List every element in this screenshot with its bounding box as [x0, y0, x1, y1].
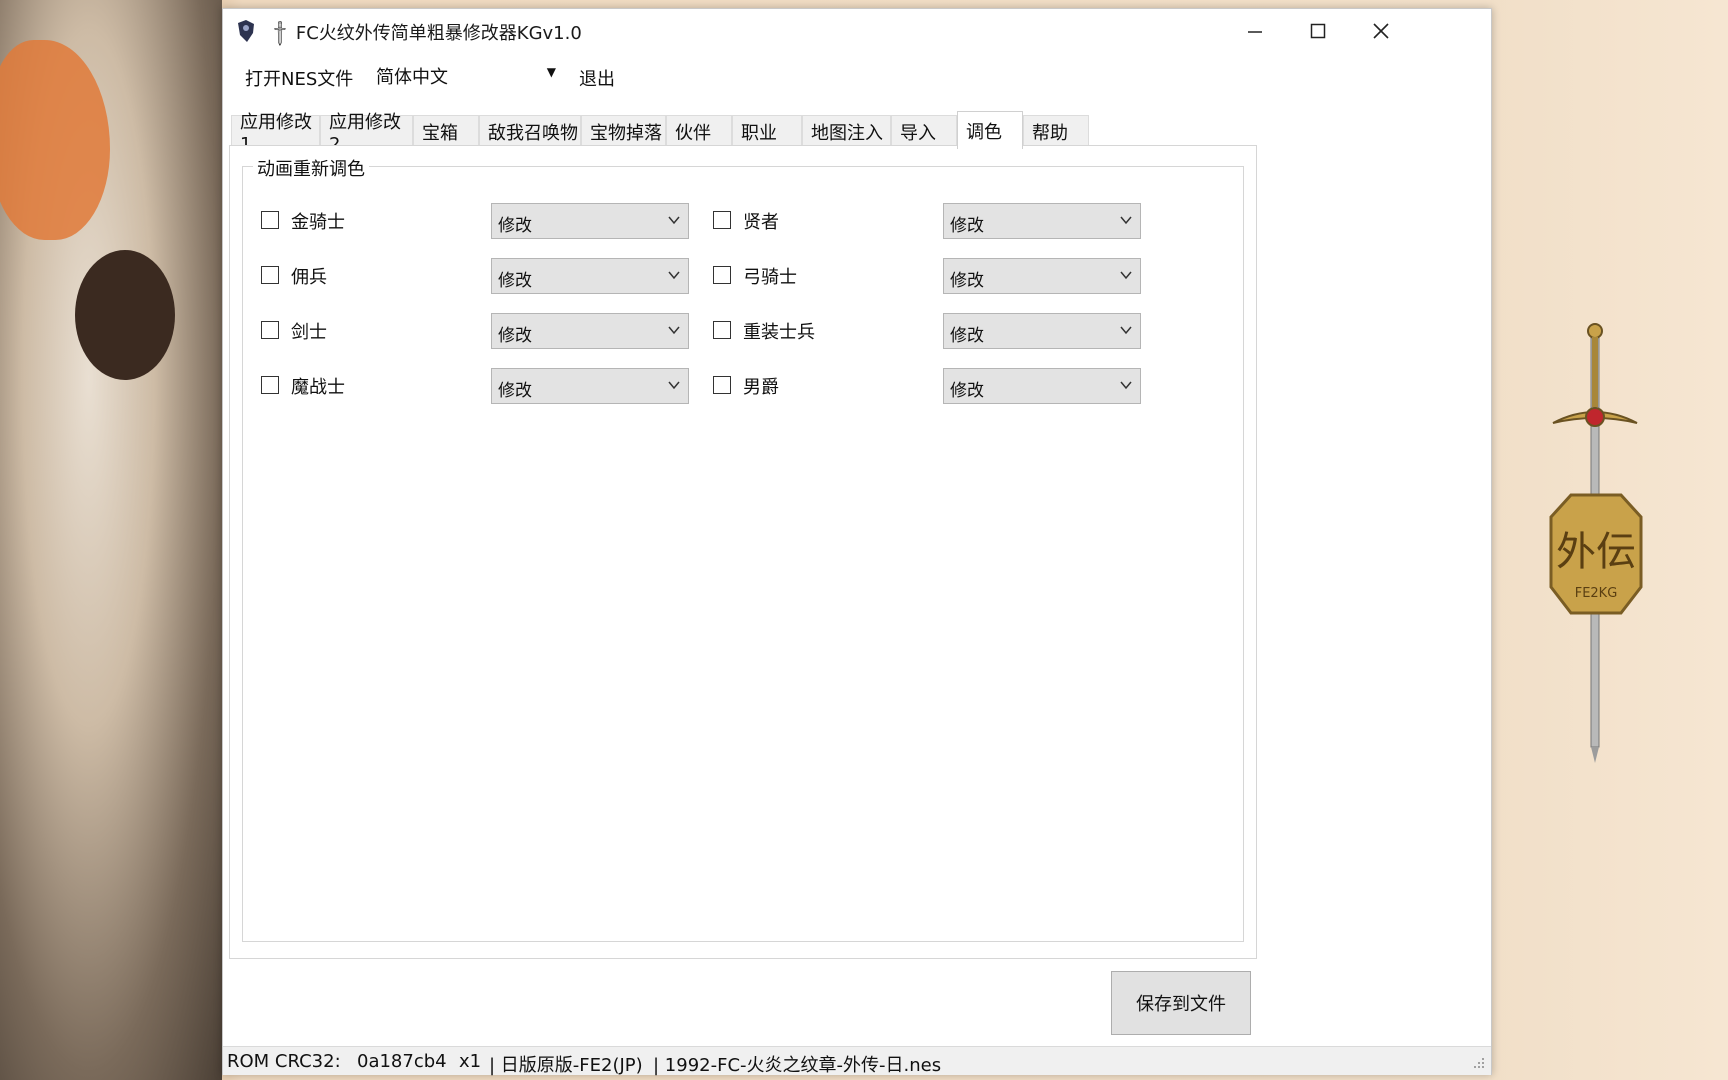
- save-to-file-button[interactable]: 保存到文件: [1111, 971, 1251, 1035]
- checkbox[interactable]: [261, 376, 279, 394]
- animation-recolor-group: 动画重新调色 金骑士 修改 佣兵 修改 剑士 修改 魔战士 修改 贤者 修改 弓…: [242, 155, 1244, 942]
- sword-shield-logo: 外伝 FE2KG: [1549, 323, 1643, 763]
- checkbox[interactable]: [713, 321, 731, 339]
- chevron-down-icon: [668, 216, 680, 225]
- class-row-sage: 贤者: [713, 203, 913, 239]
- recolor-select[interactable]: 修改: [491, 203, 689, 239]
- class-label: 剑士: [291, 322, 327, 343]
- class-label: 贤者: [743, 212, 779, 233]
- background-ear: [0, 40, 110, 240]
- crc-value: 0a187cb4: [357, 1051, 447, 1072]
- chevron-down-icon: [1120, 326, 1132, 335]
- language-select[interactable]: 简体中文 ▼: [376, 63, 566, 89]
- recolor-select[interactable]: 修改: [943, 368, 1141, 404]
- group-title: 动画重新调色: [253, 155, 369, 181]
- close-icon: [1373, 23, 1389, 39]
- checkbox[interactable]: [713, 266, 731, 284]
- recolor-select[interactable]: 修改: [491, 313, 689, 349]
- checkbox[interactable]: [261, 321, 279, 339]
- recolor-select[interactable]: 修改: [943, 258, 1141, 294]
- tab-drops[interactable]: 宝物掉落: [581, 115, 666, 147]
- tab-partners[interactable]: 伙伴: [666, 115, 732, 147]
- chevron-down-icon: [668, 381, 680, 390]
- checkbox[interactable]: [713, 211, 731, 229]
- app-icon: [238, 20, 254, 42]
- class-label: 重装士兵: [743, 322, 815, 343]
- background-skull-eye: [75, 250, 175, 380]
- select-value: 修改: [950, 271, 984, 291]
- class-label: 金骑士: [291, 212, 345, 233]
- checkbox[interactable]: [261, 266, 279, 284]
- rom-version: | 日版原版-FE2(JP): [489, 1055, 643, 1076]
- tab-apply-2[interactable]: 应用修改2: [320, 112, 413, 155]
- chevron-down-icon: [1120, 216, 1132, 225]
- editor-window: 🗡FC火纹外传简单粗暴修改器KGv1.0 打开NES文件 简体中文 ▼ 退出 应…: [222, 8, 1643, 1076]
- minimize-icon: [1248, 31, 1262, 33]
- background-photo: [0, 0, 222, 1080]
- select-value: 修改: [498, 381, 532, 401]
- tab-apply-1[interactable]: 应用修改1: [231, 112, 320, 155]
- chevron-down-icon: [668, 326, 680, 335]
- recolor-select[interactable]: 修改: [491, 258, 689, 294]
- sword-icon: 🗡: [264, 17, 296, 50]
- rom-filename: | 1992-FC-火炎之纹章-外传-日.nes: [653, 1055, 942, 1076]
- resize-grip-icon[interactable]: [1471, 1055, 1485, 1069]
- menu-bar: 打开NES文件 简体中文 ▼ 退出: [223, 61, 1491, 91]
- tab-help[interactable]: 帮助: [1023, 115, 1089, 147]
- recolor-select[interactable]: 修改: [943, 313, 1141, 349]
- language-value: 简体中文: [376, 67, 448, 88]
- close-button[interactable]: [1349, 13, 1413, 49]
- tab-summons[interactable]: 敌我召唤物: [479, 115, 581, 147]
- logo-text: 外伝: [1556, 529, 1636, 575]
- exit-menu[interactable]: 退出: [579, 65, 615, 91]
- open-nes-menu[interactable]: 打开NES文件: [245, 65, 353, 91]
- multiplier: x1: [459, 1051, 482, 1072]
- class-row-gold-knight: 金骑士: [261, 203, 461, 239]
- tab-map-inject[interactable]: 地图注入: [802, 115, 891, 147]
- class-row-bow-knight: 弓骑士: [713, 258, 913, 294]
- chevron-down-icon: [1120, 381, 1132, 390]
- class-row-armor-soldier: 重装士兵: [713, 313, 913, 349]
- status-bar: ROM CRC32: 0a187cb4 x1 | 日版原版-FE2(JP) | …: [223, 1046, 1491, 1076]
- select-value: 修改: [498, 326, 532, 346]
- tab-strip: 应用修改1 应用修改2 宝箱 敌我召唤物 宝物掉落 伙伴 职业 地图注入 导入 …: [231, 111, 1231, 155]
- tab-class[interactable]: 职业: [732, 115, 802, 147]
- class-row-magic-warrior: 魔战士: [261, 368, 461, 404]
- window-title: 🗡FC火纹外传简单粗暴修改器KGv1.0: [264, 17, 582, 50]
- select-value: 修改: [498, 271, 532, 291]
- tab-palette[interactable]: 调色: [957, 111, 1023, 149]
- minimize-button[interactable]: [1223, 13, 1287, 49]
- crc-label: ROM CRC32:: [227, 1051, 341, 1072]
- chevron-down-icon: [668, 271, 680, 280]
- class-label: 弓骑士: [743, 267, 797, 288]
- checkbox[interactable]: [713, 376, 731, 394]
- checkbox[interactable]: [261, 211, 279, 229]
- class-label: 魔战士: [291, 377, 345, 398]
- select-value: 修改: [950, 381, 984, 401]
- maximize-icon: [1310, 23, 1326, 39]
- recolor-select[interactable]: 修改: [943, 203, 1141, 239]
- logo-subtext: FE2KG: [1575, 586, 1618, 601]
- tab-chest[interactable]: 宝箱: [413, 115, 479, 147]
- class-label: 男爵: [743, 377, 779, 398]
- tab-import[interactable]: 导入: [891, 115, 957, 147]
- select-value: 修改: [950, 326, 984, 346]
- recolor-select[interactable]: 修改: [491, 368, 689, 404]
- class-row-baron: 男爵: [713, 368, 913, 404]
- class-row-swordsman: 剑士: [261, 313, 461, 349]
- select-value: 修改: [950, 216, 984, 236]
- palette-tab-panel: 动画重新调色 金骑士 修改 佣兵 修改 剑士 修改 魔战士 修改 贤者 修改 弓…: [229, 145, 1257, 959]
- class-row-mercenary: 佣兵: [261, 258, 461, 294]
- dropdown-arrow-icon: ▼: [546, 65, 556, 79]
- title-bar[interactable]: 🗡FC火纹外传简单粗暴修改器KGv1.0: [223, 9, 1491, 53]
- chevron-down-icon: [1120, 271, 1132, 280]
- maximize-button[interactable]: [1286, 13, 1350, 49]
- select-value: 修改: [498, 216, 532, 236]
- class-label: 佣兵: [291, 267, 327, 288]
